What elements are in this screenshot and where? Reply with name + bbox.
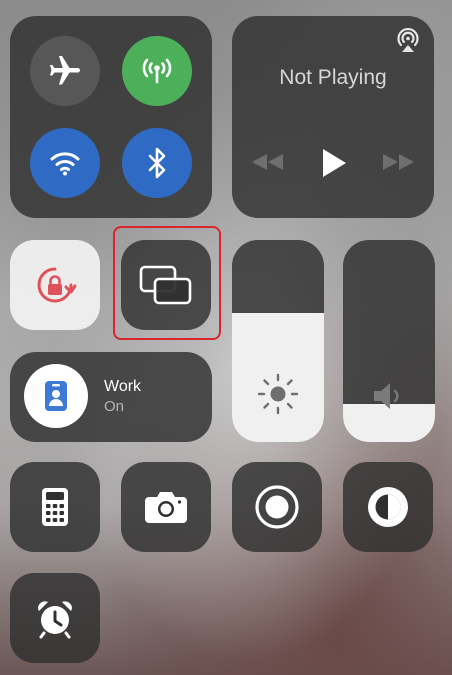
now-playing-panel[interactable]: Not Playing [232,16,434,218]
screen-recording-button[interactable] [232,462,322,552]
screen-mirroring-highlight [113,226,221,340]
volume-slider[interactable] [343,240,435,442]
camera-button[interactable] [121,462,211,552]
alarm-icon [38,601,72,639]
wifi-icon [50,152,80,176]
focus-mode-name: Work [104,378,142,395]
focus-mode-status: On [104,398,125,415]
now-playing-title: Not Playing [279,66,387,89]
connectivity-panel [10,16,212,218]
orientation-lock-toggle[interactable] [10,240,100,330]
airplay-audio-icon[interactable] [394,26,422,54]
dark-mode-icon [368,487,408,527]
wifi-toggle[interactable] [30,128,100,198]
calculator-icon [42,488,68,526]
cellular-antenna-icon [142,58,172,84]
screen-record-icon [255,485,299,529]
focus-panel[interactable]: Work On [10,352,212,442]
fast-forward-icon[interactable] [382,154,414,170]
cellular-data-toggle[interactable] [122,36,192,106]
play-icon[interactable] [321,148,347,178]
airplane-mode-toggle[interactable] [30,36,100,106]
airplane-icon [50,56,80,85]
bluetooth-icon [148,147,166,179]
alarm-button[interactable] [10,573,100,663]
orientation-lock-icon [37,267,77,303]
focus-icon-button[interactable] [24,364,88,428]
bluetooth-toggle[interactable] [122,128,192,198]
brightness-slider[interactable] [232,240,324,442]
calculator-button[interactable] [10,462,100,552]
brightness-sun-icon [257,373,299,415]
dark-mode-button[interactable] [343,462,433,552]
camera-icon [145,492,187,523]
rewind-icon[interactable] [252,154,284,170]
speaker-icon [374,383,399,409]
work-id-badge-icon [45,381,67,411]
